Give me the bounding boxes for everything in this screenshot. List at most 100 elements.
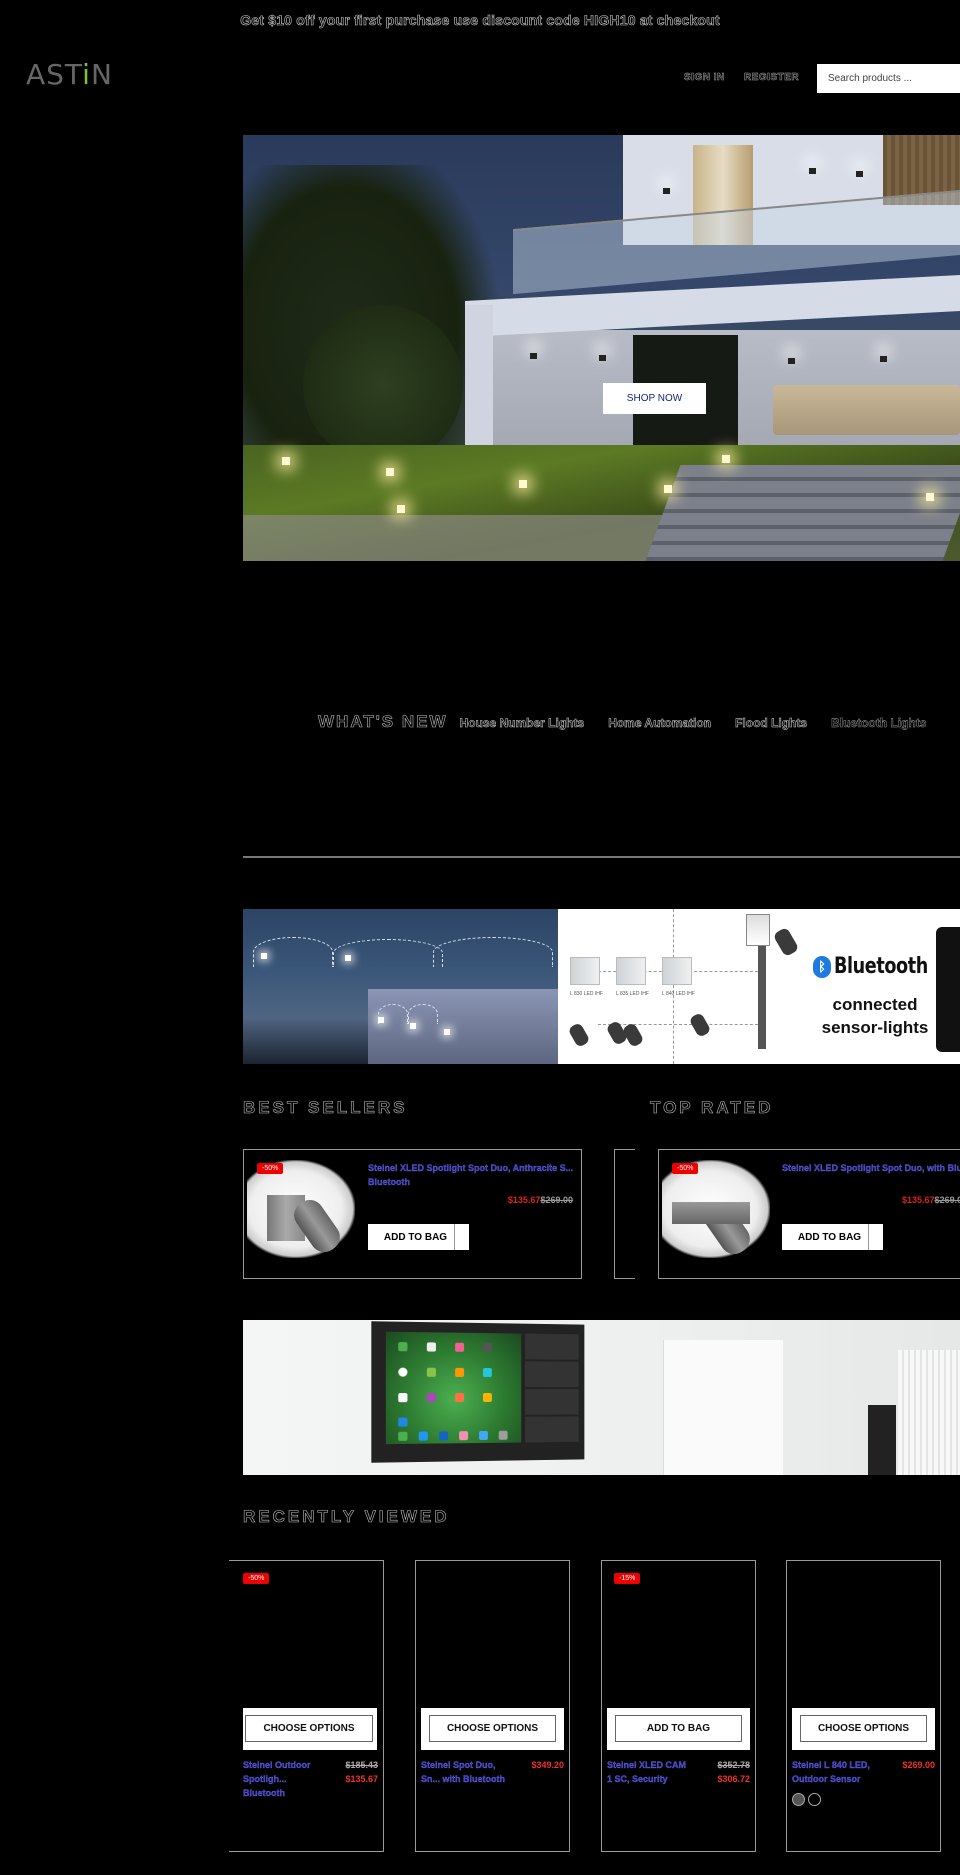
spotlight-icon <box>621 1021 645 1049</box>
wall-lamp-icon <box>788 358 795 364</box>
tablet-wall-mount <box>371 1321 585 1463</box>
title-line: Steinel Outdoor <box>243 1760 311 1770</box>
product-price: $352.78 $306.72 <box>717 1758 750 1786</box>
hero-sofa <box>773 385 960 435</box>
bollard-lamp-icon <box>444 1029 450 1035</box>
product-title-link[interactable]: Steinel Spot Duo, Sn... with Bluetooth <box>421 1758 506 1786</box>
logo[interactable]: ASTiN <box>26 58 113 91</box>
recently-viewed-card: -15% ADD TO BAG Steinel XLED CAM 1 SC, Se… <box>601 1560 756 1852</box>
dashed-line <box>673 909 674 1064</box>
app-icon <box>482 1343 492 1353</box>
dock-icon <box>439 1431 449 1441</box>
bluetooth-tagline: connected sensor-lights <box>820 993 930 1039</box>
bollard-lamp-icon <box>410 1023 416 1029</box>
app-icon <box>398 1342 408 1352</box>
spotlight-icon <box>567 1021 591 1049</box>
bollard-lamp-icon <box>378 1017 384 1023</box>
app-icon <box>426 1393 436 1403</box>
wall-lamp-icon <box>809 168 816 174</box>
choose-options-button[interactable]: CHOOSE OPTIONS <box>800 1715 927 1742</box>
discount-badge: -50% <box>243 1573 270 1584</box>
connection-arc <box>253 937 333 967</box>
product-title-link[interactable]: Steinel XLED Spotlight Spot Duo, Anthrac… <box>368 1161 578 1189</box>
top-rated-product-card: -50% Steinel XLED Spotlight Spot Duo, wi… <box>658 1149 960 1279</box>
price-original: $269.00 <box>540 1195 573 1205</box>
app-icon <box>398 1417 408 1427</box>
product-label: L 830 LED IHF <box>570 991 603 997</box>
banner-wall <box>368 989 558 1064</box>
whats-new-heading: WHAT'S NEW <box>318 712 448 732</box>
product-title-link[interactable]: Steinel XLED CAM 1 SC, Security <box>607 1758 692 1786</box>
cabinet <box>663 1340 783 1475</box>
bluetooth-sensor-lights-banner[interactable]: L 830 LED IHF L 835 LED IHF L 840 LED IH… <box>558 909 960 1064</box>
product-title-link[interactable]: Steinel XLED Spotlight Spot Duo, with Bl… <box>782 1161 960 1189</box>
add-to-bag-button[interactable]: ADD TO BAG <box>615 1715 742 1742</box>
button-wrap: CHOOSE OPTIONS <box>421 1708 564 1750</box>
shop-now-button[interactable]: SHOP NOW <box>603 383 706 414</box>
title-line: Steinel XLED CAM <box>607 1760 687 1770</box>
product-title-link[interactable]: Steinel Outdoor Spotligh... Bluetooth <box>243 1758 328 1800</box>
recently-viewed-card: CHOOSE OPTIONS Steinel L 840 LED, Outdoor… <box>786 1560 941 1852</box>
product-cube-icon <box>570 957 600 985</box>
title-line: Outdoor Sensor <box>792 1774 861 1784</box>
app-icon <box>398 1367 408 1377</box>
logo-text-end: N <box>90 58 113 91</box>
dashed-line <box>598 1024 763 1025</box>
sign-in-link[interactable]: SIGN IN <box>684 72 725 84</box>
discount-badge: -15% <box>614 1573 641 1584</box>
category-link-bluetooth-lights[interactable]: Bluetooth Lights <box>831 716 927 730</box>
product-cube-icon <box>616 957 646 985</box>
price-sale: $135.67 <box>902 1195 935 1205</box>
add-to-bag-button[interactable]: ADD TO BAG <box>368 1224 469 1250</box>
bluetooth-lights-scene-banner[interactable] <box>243 909 558 1064</box>
choose-options-button[interactable]: CHOOSE OPTIONS <box>245 1715 373 1742</box>
tagline-line-2: sensor-lights <box>821 1018 929 1037</box>
dock-icon <box>498 1430 508 1440</box>
section-divider <box>243 856 960 858</box>
wall-lamp-icon <box>856 171 863 177</box>
connection-arc <box>408 1004 438 1024</box>
bollard-lamp-icon <box>664 485 672 493</box>
logo-accent: i <box>82 58 91 91</box>
spotlight-icon <box>688 1011 712 1039</box>
wall-lamp-icon <box>880 356 887 362</box>
home-automation-banner[interactable] <box>243 1320 960 1475</box>
product-price: $135.67$269.00 <box>508 1195 573 1205</box>
app-icon <box>455 1367 465 1377</box>
bollard-lamp-icon <box>282 457 290 465</box>
register-link[interactable]: REGISTER <box>744 72 799 84</box>
product-price: $349.20 <box>531 1758 564 1772</box>
color-swatch-grey[interactable] <box>792 1793 805 1806</box>
wall-lamp-icon <box>663 188 670 194</box>
category-link-house-number-lights[interactable]: House Number Lights <box>459 716 584 731</box>
title-line: Spotligh... Bluetooth <box>243 1774 287 1798</box>
choose-options-button[interactable]: CHOOSE OPTIONS <box>429 1715 556 1742</box>
button-wrap: CHOOSE OPTIONS <box>792 1708 935 1750</box>
product-image[interactable] <box>247 1160 355 1258</box>
color-swatch-black[interactable] <box>808 1793 821 1806</box>
price-sale: $269.00 <box>902 1760 935 1770</box>
product-image[interactable] <box>662 1160 770 1260</box>
discount-badge: -50% <box>672 1163 699 1174</box>
add-to-bag-button[interactable]: ADD TO BAG <box>782 1224 883 1250</box>
search-input[interactable] <box>817 64 960 93</box>
app-icon <box>455 1393 465 1403</box>
category-link-home-automation[interactable]: Home Automation <box>608 716 711 731</box>
spotlight-icon <box>772 926 800 958</box>
dock-icon <box>398 1431 408 1441</box>
app-icon <box>398 1393 408 1403</box>
bluetooth-brand: Bluetooth <box>834 954 928 979</box>
category-link-flood-lights[interactable]: Flood Lights <box>735 716 807 731</box>
wall-lamp-icon <box>261 953 267 959</box>
app-icon <box>455 1342 465 1352</box>
hero-banner <box>243 135 960 561</box>
doorway <box>868 1405 896 1475</box>
product-price: $269.00 <box>902 1758 935 1772</box>
bollard-lamp-icon <box>722 455 730 463</box>
bollard-lamp-icon <box>519 480 527 488</box>
app-icon <box>482 1392 492 1402</box>
app-icon <box>426 1367 436 1377</box>
discount-badge: -50% <box>257 1163 284 1174</box>
product-title-link[interactable]: Steinel L 840 LED, Outdoor Sensor <box>792 1758 877 1786</box>
product-label: L 840 LED IHF <box>662 991 695 997</box>
